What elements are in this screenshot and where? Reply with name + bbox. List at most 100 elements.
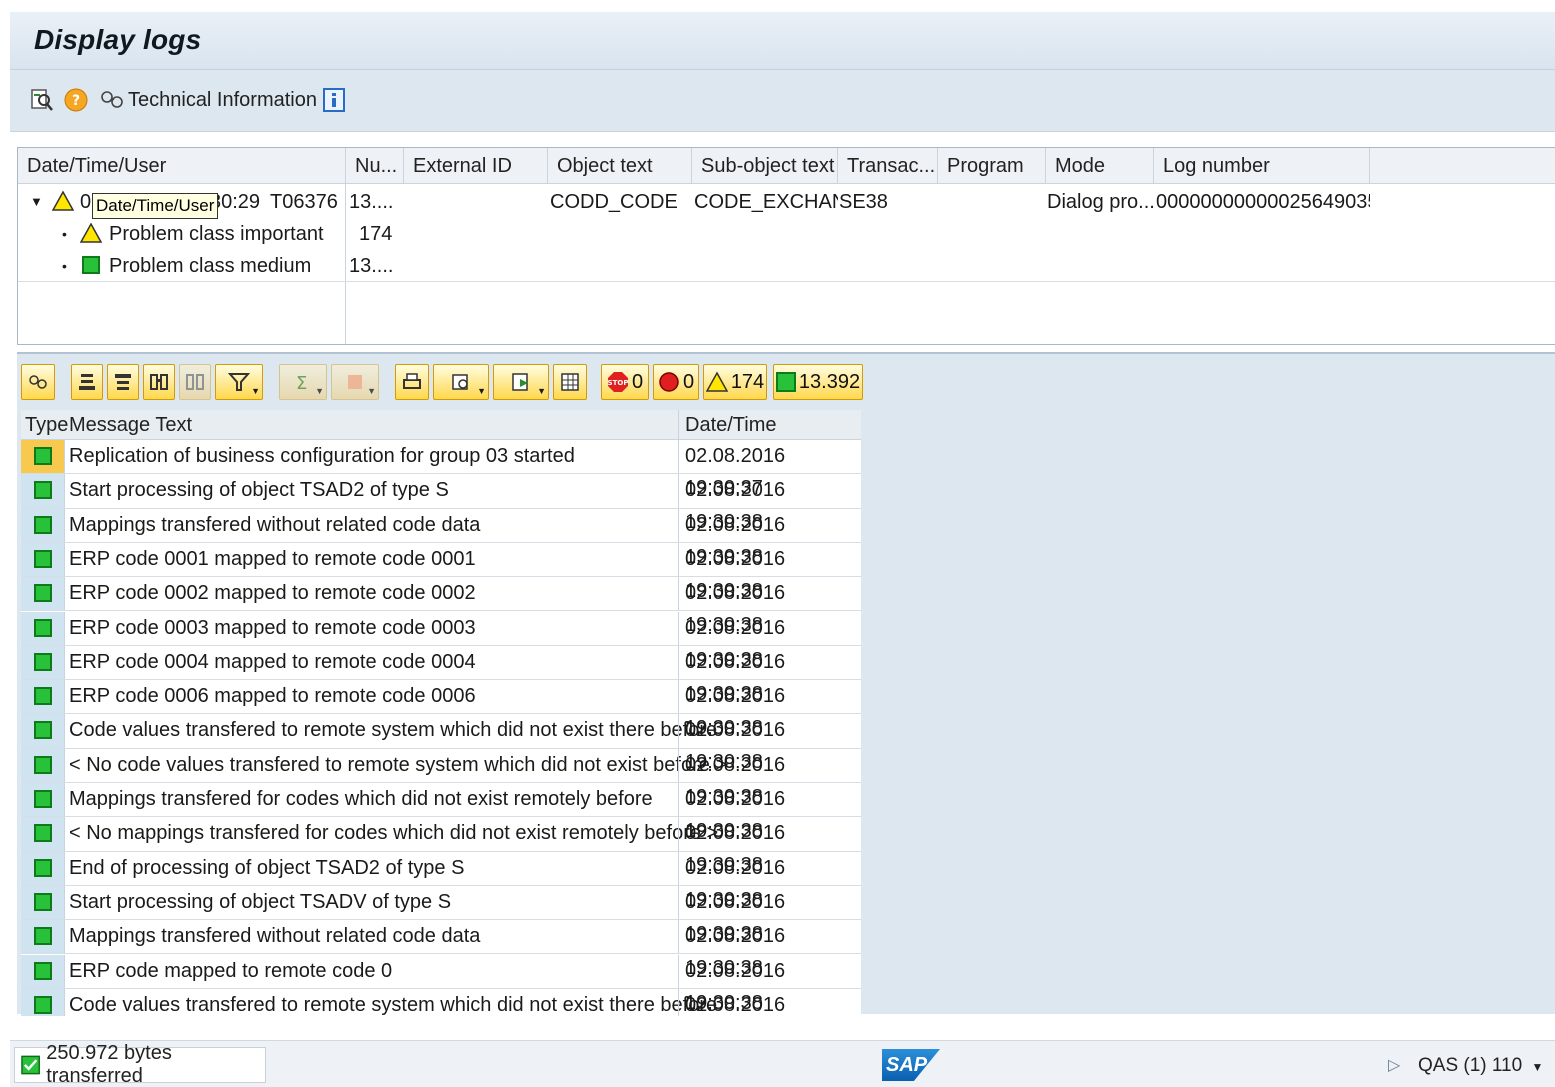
message-text: Mappings transfered without related code… [69,925,481,948]
green-square-icon [34,755,52,774]
green-square-icon [34,961,52,980]
message-type-cell[interactable] [21,474,65,508]
error-icon [659,372,679,392]
warning-filter-button[interactable]: 174 [703,364,767,400]
message-type-cell[interactable] [21,440,65,474]
log-tree-child-row[interactable]: • Problem class medium 13.... [18,250,1555,282]
message-type-cell[interactable] [21,920,65,954]
sort-ascending-button[interactable] [71,364,103,400]
message-row[interactable]: Start processing of object TSAD2 of type… [21,474,861,533]
message-text: Code values transfered to remote system … [69,719,718,742]
message-row[interactable]: < No code values transfered to remote sy… [21,748,861,808]
log-tree-child-row[interactable]: • Problem class important 174 [18,218,1555,250]
message-row[interactable]: Code values transfered to remote system … [21,714,861,773]
message-row[interactable]: ERP code 0006 mapped to remote code 0006… [21,680,861,739]
error-filter-button[interactable]: 0 [653,364,699,400]
warning-icon [80,218,104,250]
column-header-message-text[interactable]: Message Text [65,410,677,440]
dropdown-arrow-icon[interactable]: ▼ [1531,1060,1543,1074]
message-row[interactable]: End of processing of object TSAD2 of typ… [21,851,861,911]
green-square-icon [34,892,52,911]
green-square-icon [34,721,52,740]
message-type-cell[interactable] [21,954,65,988]
filter-button[interactable]: ▼ [215,364,263,400]
sort-descending-button[interactable] [107,364,139,400]
message-text: ERP code mapped to remote code 0 [69,959,393,982]
green-square-icon [34,824,52,843]
subtotal-button[interactable]: ▼ [331,364,379,400]
title-bar: Display logs [10,12,1555,70]
problem-class-count: 13.... [349,255,394,277]
error-count: 0 [682,370,695,393]
expand-triangle-icon[interactable]: ▷ [1388,1055,1400,1075]
green-square-icon [34,927,52,946]
success-filter-button[interactable]: 13.392 [773,364,863,400]
total-button[interactable]: Σ ▼ [279,364,327,400]
system-info[interactable]: QAS (1) 110 ▼ [1418,1055,1543,1077]
detail-icon[interactable] [28,86,56,114]
export-button[interactable]: ▼ [493,364,549,400]
technical-information-button[interactable]: Technical Information [128,89,317,112]
tooltip: Date/Time/User [92,193,219,219]
message-type-cell[interactable] [21,611,65,645]
green-square-icon [34,447,52,465]
dropdown-arrow-icon: ▼ [315,386,324,396]
message-row[interactable]: Replication of business configuration fo… [21,440,861,499]
message-type-cell[interactable] [21,542,65,577]
success-count: 13.392 [798,370,861,393]
message-row[interactable]: ERP code 0004 mapped to remote code 0004… [21,645,861,705]
message-type-cell[interactable] [21,645,65,680]
info-icon[interactable] [320,86,348,114]
message-type-cell[interactable] [21,885,65,920]
technical-details-button[interactable] [21,364,55,400]
find-next-button[interactable] [179,364,211,400]
log-tree-root-row[interactable]: ▼ 0 30:29 T06376 13.... CODD_CODE CODE_E… [18,186,1555,218]
find-button[interactable] [143,364,175,400]
message-type-cell[interactable] [21,680,65,714]
message-datetime: 02.08.2016 19:30:38 [678,954,861,1014]
message-datetime: 02.08.2016 19:30:38 [678,577,861,636]
column-header-transaction[interactable]: Transac... [838,148,938,184]
column-header-subobject-text[interactable]: Sub-object text [692,148,838,184]
message-text: ERP code 0006 mapped to remote code 0006 [69,685,476,708]
column-header-object-text[interactable]: Object text [548,148,692,184]
message-row[interactable]: Mappings transfered for codes which did … [21,783,861,842]
column-header-log-number[interactable]: Log number [1154,148,1370,184]
message-text: ERP code 0001 mapped to remote code 0001 [69,547,476,570]
message-type-cell[interactable] [21,577,65,611]
message-row[interactable]: ERP code mapped to remote code 0 02.08.20… [21,954,861,1014]
message-type-cell[interactable] [21,851,65,885]
help-icon[interactable]: ? [62,86,90,114]
message-row[interactable]: Start processing of object TSADV of type… [21,885,861,945]
column-header-date-time[interactable]: Date/Time [678,410,861,440]
column-header-number[interactable]: Nu... [346,148,404,184]
message-row[interactable]: Mappings transfered without related code… [21,920,861,979]
column-header-external-id[interactable]: External ID [404,148,548,184]
layout-button[interactable] [553,364,587,400]
stop-filter-button[interactable]: STOP 0 [601,364,649,400]
collapse-arrow-icon[interactable]: ▼ [30,186,44,218]
message-type-cell[interactable] [21,988,65,1016]
print-button[interactable] [395,364,429,400]
message-datetime: 02.08.2016 19:30:38 [678,680,861,739]
svg-text:?: ? [72,93,80,109]
message-row[interactable]: ERP code 0003 mapped to remote code 0003… [21,611,861,671]
message-type-cell[interactable] [21,783,65,817]
technical-info-icon[interactable] [98,86,126,114]
problem-class-label: Problem class medium [109,255,312,277]
message-type-cell[interactable] [21,714,65,748]
status-message[interactable]: 250.972 bytes transferred [14,1042,266,1087]
column-header-mode[interactable]: Mode [1046,148,1154,184]
views-button[interactable]: ▼ [433,364,489,400]
message-row[interactable]: Code values transfered to remote system … [21,988,861,1016]
message-type-cell[interactable] [21,508,65,542]
column-header-program[interactable]: Program [938,148,1046,184]
column-header-date-time-user[interactable]: Date/Time/User [18,148,346,184]
message-row[interactable]: < No mappings transfered for codes which… [21,817,861,876]
message-type-cell[interactable] [21,817,65,851]
message-row[interactable]: Mappings transfered without related code… [21,508,861,568]
message-row[interactable]: ERP code 0002 mapped to remote code 0002… [21,577,861,636]
message-row[interactable]: ERP code 0001 mapped to remote code 0001… [21,542,861,602]
column-header-type[interactable]: Type [21,410,68,440]
message-type-cell[interactable] [21,748,65,782]
